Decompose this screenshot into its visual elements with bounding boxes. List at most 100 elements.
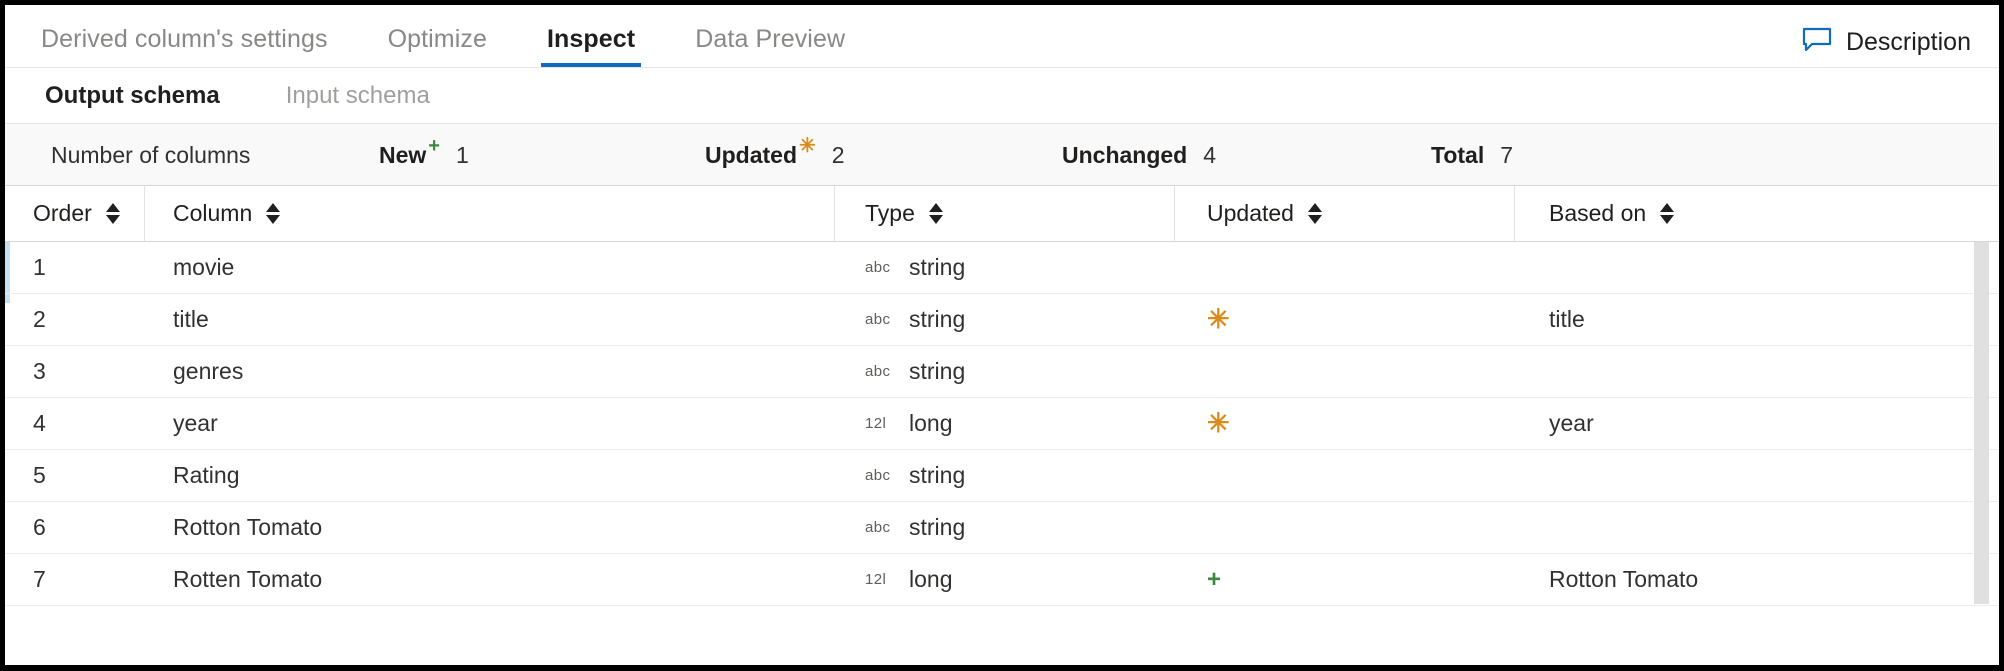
main-tab-bar: Derived column's settings Optimize Inspe… <box>5 5 1999 68</box>
cell-based-on <box>1515 346 1999 397</box>
type-label: long <box>909 566 952 593</box>
table-row[interactable]: 1 movie abc string <box>5 242 1999 294</box>
column-header-updated[interactable]: Updated <box>1175 186 1515 241</box>
tab-input-schema[interactable]: Input schema <box>286 82 430 110</box>
cell-type: abc string <box>835 294 1175 345</box>
inspect-panel: Derived column's settings Optimize Inspe… <box>0 0 2004 671</box>
column-header-based-on[interactable]: Based on <box>1515 186 1999 241</box>
cell-column-name: year <box>145 398 835 449</box>
table-row[interactable]: 6 Rotton Tomato abc string <box>5 502 1999 554</box>
cell-updated: + <box>1175 554 1515 605</box>
type-string-icon: abc <box>865 311 891 328</box>
cell-based-on <box>1515 502 1999 553</box>
type-label: string <box>909 462 965 489</box>
cell-type: 12l long <box>835 398 1175 449</box>
type-string-icon: abc <box>865 467 891 484</box>
cell-updated <box>1175 346 1515 397</box>
cell-order: 5 <box>5 450 145 501</box>
table-vertical-scrollbar[interactable] <box>1974 242 1989 604</box>
column-header-type[interactable]: Type <box>835 186 1175 241</box>
type-string-icon: abc <box>865 363 891 380</box>
cell-based-on <box>1515 450 1999 501</box>
stat-total: Total 7 <box>1431 124 1513 186</box>
cell-type: abc string <box>835 502 1175 553</box>
updated-marker-icon: ✳ <box>1207 306 1230 333</box>
sort-arrows-icon[interactable] <box>1308 203 1322 224</box>
updated-marker-icon: ✳ <box>1207 410 1230 437</box>
tab-output-schema[interactable]: Output schema <box>45 82 220 110</box>
type-label: string <box>909 358 965 385</box>
tab-data-preview[interactable]: Data Preview <box>695 25 845 67</box>
sort-arrows-icon[interactable] <box>1660 203 1674 224</box>
cell-order: 1 <box>5 242 145 293</box>
cell-updated <box>1175 502 1515 553</box>
table-row[interactable]: 3 genres abc string <box>5 346 1999 398</box>
table-row[interactable]: 2 title abc string ✳ title <box>5 294 1999 346</box>
cell-column-name: movie <box>145 242 835 293</box>
schema-tab-label: Input schema <box>286 82 430 109</box>
stat-updated-value: 2 <box>832 142 845 169</box>
tab-derived-column-settings[interactable]: Derived column's settings <box>41 25 328 67</box>
column-count-summary: Number of columns New + 1 Updated ✳ 2 Un… <box>5 124 1999 186</box>
type-long-icon: 12l <box>865 571 891 588</box>
description-button[interactable]: Description <box>1802 27 1971 58</box>
tab-label: Optimize <box>388 25 487 53</box>
table-row[interactable]: 5 Rating abc string <box>5 450 1999 502</box>
type-label: long <box>909 410 952 437</box>
cell-column-name: Rotten Tomato <box>145 554 835 605</box>
type-string-icon: abc <box>865 259 891 276</box>
sort-arrows-icon[interactable] <box>929 203 943 224</box>
tab-label: Derived column's settings <box>41 25 328 53</box>
cell-type: 12l long <box>835 554 1175 605</box>
cell-updated: ✳ <box>1175 398 1515 449</box>
stat-unchanged-value: 4 <box>1203 142 1216 169</box>
cell-order: 7 <box>5 554 145 605</box>
cell-updated <box>1175 450 1515 501</box>
header-label: Type <box>865 200 915 227</box>
cell-type: abc string <box>835 450 1175 501</box>
stat-unchanged: Unchanged 4 <box>1062 124 1216 186</box>
type-label: string <box>909 254 965 281</box>
type-long-icon: 12l <box>865 415 891 432</box>
table-header-row: Order Column Type Updated Based on <box>5 186 1999 242</box>
new-plus-icon: + <box>428 136 440 156</box>
tab-label: Inspect <box>547 25 635 53</box>
new-marker-icon: + <box>1207 568 1221 592</box>
stat-total-value: 7 <box>1500 142 1513 169</box>
header-label: Column <box>173 200 252 227</box>
speech-bubble-icon <box>1802 27 1832 58</box>
tab-label: Data Preview <box>695 25 845 53</box>
cell-column-name: title <box>145 294 835 345</box>
cell-updated: ✳ <box>1175 294 1515 345</box>
type-label: string <box>909 514 965 541</box>
column-header-order[interactable]: Order <box>5 186 145 241</box>
description-label: Description <box>1846 28 1971 57</box>
cell-order: 2 <box>5 294 145 345</box>
cell-column-name: Rotton Tomato <box>145 502 835 553</box>
type-label: string <box>909 306 965 333</box>
stat-total-label: Total <box>1431 142 1484 169</box>
cell-type: abc string <box>835 346 1175 397</box>
header-label: Updated <box>1207 200 1294 227</box>
schema-table: Order Column Type Updated Based on 1 <box>5 186 1999 660</box>
type-string-icon: abc <box>865 519 891 536</box>
scrollbar-thumb[interactable] <box>1974 242 1989 604</box>
header-label: Order <box>33 200 92 227</box>
sort-arrows-icon[interactable] <box>266 203 280 224</box>
table-row[interactable]: 4 year 12l long ✳ year <box>5 398 1999 450</box>
cell-column-name: Rating <box>145 450 835 501</box>
stat-new: New + 1 <box>379 124 469 186</box>
stat-new-value: 1 <box>456 142 469 169</box>
schema-tab-bar: Output schema Input schema <box>5 68 1999 124</box>
cell-order: 4 <box>5 398 145 449</box>
cell-based-on <box>1515 242 1999 293</box>
tab-inspect[interactable]: Inspect <box>547 25 635 67</box>
stat-updated: Updated ✳ 2 <box>705 124 845 186</box>
tab-optimize[interactable]: Optimize <box>388 25 487 67</box>
table-row[interactable]: 7 Rotten Tomato 12l long + Rotton Tomato <box>5 554 1999 606</box>
cell-based-on: Rotton Tomato <box>1515 554 1999 605</box>
column-header-column[interactable]: Column <box>145 186 835 241</box>
cell-based-on: year <box>1515 398 1999 449</box>
table-empty-area <box>5 606 1999 660</box>
sort-arrows-icon[interactable] <box>106 203 120 224</box>
